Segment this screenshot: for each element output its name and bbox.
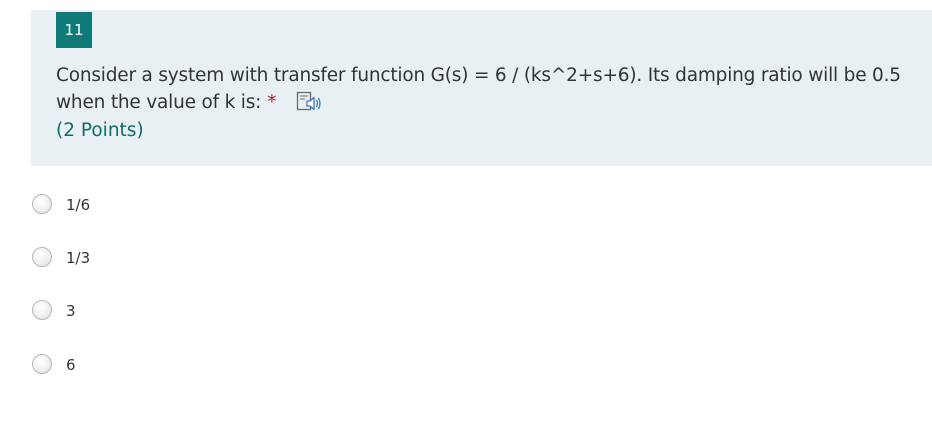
immersive-reader-speaker-icon[interactable] [296,90,322,112]
question-text: Consider a system with transfer function… [56,65,901,113]
radio-button[interactable] [32,247,52,267]
option-label: 1/3 [66,249,91,267]
option-2[interactable]: 1/3 [32,245,332,271]
question-number-badge: 11 [56,12,92,48]
form-page: 11 Consider a system with transfer funct… [0,0,932,421]
radio-button[interactable] [32,354,52,374]
question-text-block: Consider a system with transfer function… [56,62,926,116]
option-3[interactable]: 3 [32,298,332,324]
question-points: (2 Points) [56,120,144,141]
required-indicator: * [267,92,277,113]
option-4[interactable]: 6 [32,352,332,378]
option-label: 3 [66,302,76,320]
radio-button[interactable] [32,300,52,320]
question-header: 11 Consider a system with transfer funct… [31,10,932,166]
option-label: 6 [66,356,76,374]
option-1[interactable]: 1/6 [32,192,332,218]
option-label: 1/6 [66,196,91,214]
radio-button[interactable] [32,194,52,214]
